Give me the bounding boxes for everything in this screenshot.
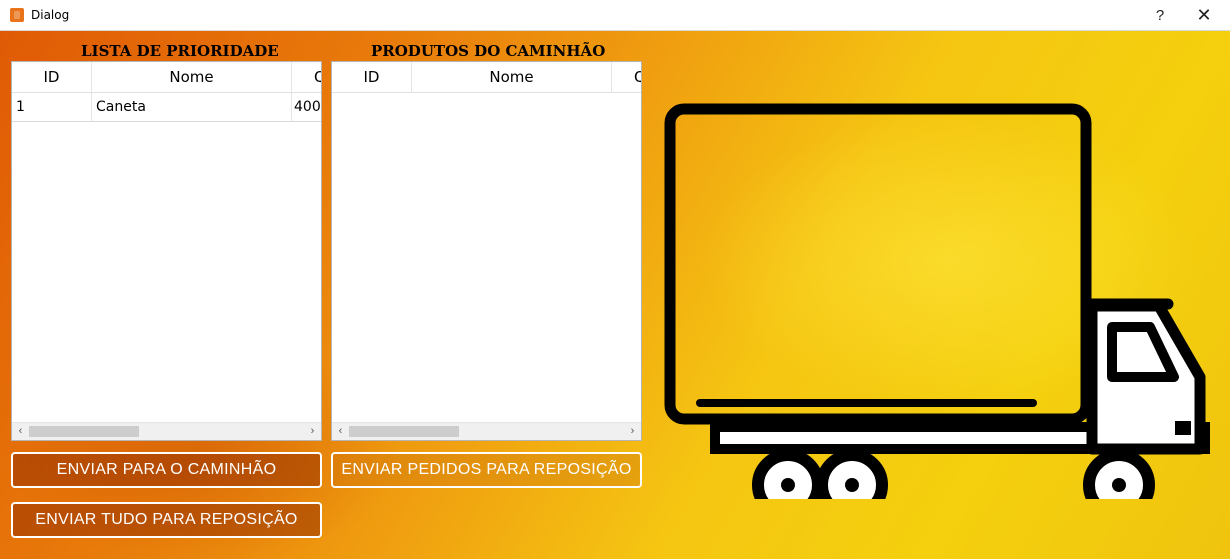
scroll-right-icon[interactable]: › [304, 423, 321, 440]
send-all-restock-button[interactable]: ENVIAR TUDO PARA REPOSIÇÃO [11, 502, 322, 538]
scroll-right-icon[interactable]: › [624, 423, 641, 440]
scroll-thumb[interactable] [349, 426, 459, 437]
app-icon [10, 8, 24, 22]
close-button[interactable]: ✕ [1184, 0, 1224, 31]
table-header: ID Nome Q [332, 62, 641, 93]
horizontal-scrollbar[interactable]: ‹ › [332, 422, 641, 440]
window-title: Dialog [31, 8, 70, 22]
scroll-left-icon[interactable]: ‹ [332, 423, 349, 440]
send-to-truck-button[interactable]: ENVIAR PARA O CAMINHÃO [11, 452, 322, 488]
truck-products-table[interactable]: ID Nome Q ‹ › [331, 61, 642, 441]
column-header-quantidade[interactable]: Q [612, 62, 641, 92]
table-row[interactable]: 1 Caneta 400 [12, 93, 321, 122]
scroll-left-icon[interactable]: ‹ [12, 423, 29, 440]
truck-icon [664, 103, 1210, 499]
priority-list-title: LISTA DE PRIORIDADE [81, 42, 279, 60]
cell-nome: Caneta [92, 93, 292, 121]
column-header-id[interactable]: ID [12, 62, 92, 92]
dialog-content: LISTA DE PRIORIDADE ID Nome Q 1 Caneta 4… [0, 31, 1230, 559]
column-header-quantidade[interactable]: Q [292, 62, 321, 92]
column-header-nome[interactable]: Nome [412, 62, 612, 92]
scroll-thumb[interactable] [29, 426, 139, 437]
send-orders-restock-button[interactable]: ENVIAR PEDIDOS PARA REPOSIÇÃO [331, 452, 642, 488]
help-button[interactable]: ? [1140, 0, 1180, 31]
truck-products-title: PRODUTOS DO CAMINHÃO [371, 42, 606, 60]
cell-quantidade: 400 [292, 93, 321, 121]
priority-table[interactable]: ID Nome Q 1 Caneta 400 ‹ › [11, 61, 322, 441]
cell-id: 1 [12, 93, 92, 121]
horizontal-scrollbar[interactable]: ‹ › [12, 422, 321, 440]
column-header-nome[interactable]: Nome [92, 62, 292, 92]
column-header-id[interactable]: ID [332, 62, 412, 92]
title-bar: Dialog ? ✕ [0, 0, 1230, 31]
table-header: ID Nome Q [12, 62, 321, 93]
